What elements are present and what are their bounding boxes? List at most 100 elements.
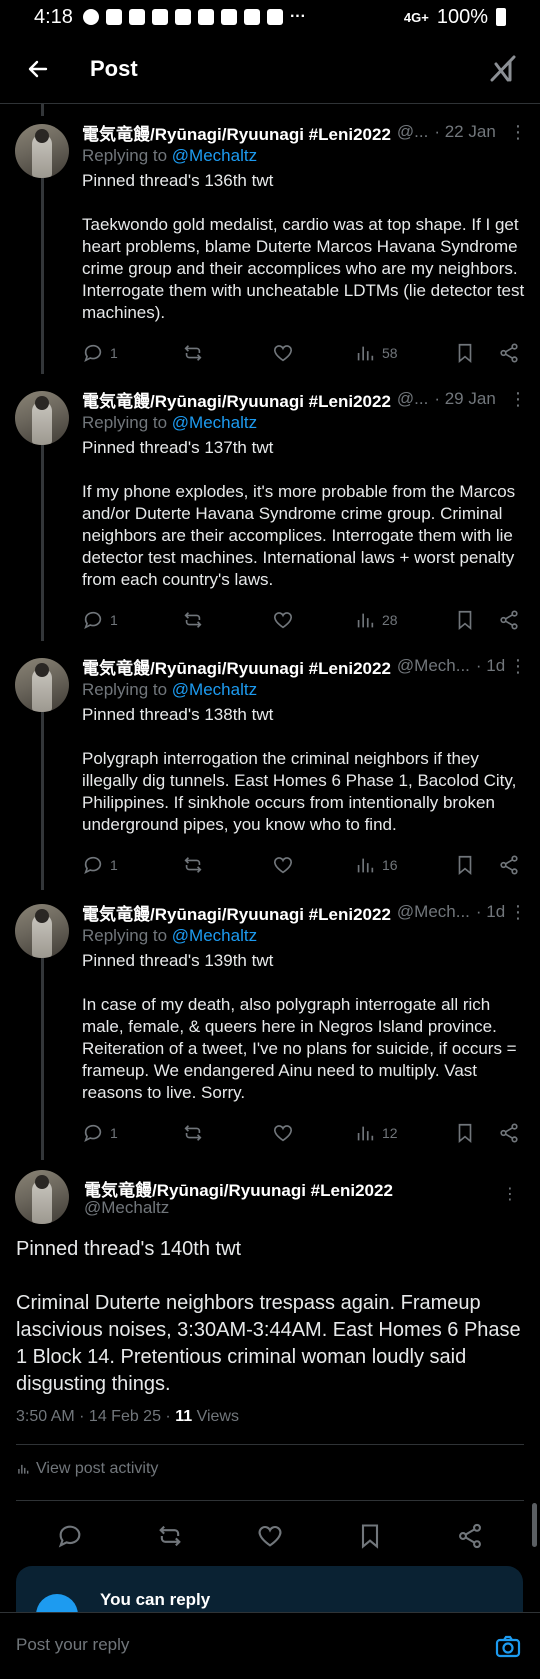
author-handle[interactable]: @... <box>397 389 428 409</box>
reply-count: 1 <box>110 345 118 361</box>
avatar[interactable] <box>15 124 69 178</box>
reply-input[interactable]: Post your reply <box>16 1635 129 1655</box>
bookmark-button[interactable] <box>454 342 498 364</box>
replying-to-link[interactable]: @Mechaltz <box>172 146 257 165</box>
retweet-button[interactable] <box>182 854 272 876</box>
replying-to: Replying to @Mechaltz <box>82 680 526 700</box>
more-options-icon[interactable]: ⋮ <box>509 656 527 677</box>
page-title: Post <box>90 55 138 81</box>
tweet-date[interactable]: · 1d <box>476 902 505 922</box>
replying-label: Replying to <box>82 146 172 165</box>
heart-icon <box>273 1125 293 1142</box>
battery-icon <box>496 8 506 26</box>
comment-icon <box>84 856 102 874</box>
tweet-date[interactable]: · 1d <box>476 656 505 676</box>
avatar[interactable] <box>15 904 69 958</box>
comment-icon <box>84 1124 102 1142</box>
author-name[interactable]: 電気竜饅/Ryūnagi/Ryuunagi #Leni2022 <box>82 654 391 679</box>
avatar-head <box>35 1175 49 1189</box>
tweet-date[interactable]: · 22 Jan <box>434 122 495 142</box>
author-handle[interactable]: @Mech... <box>397 902 470 922</box>
more-options-icon[interactable]: ⋮ <box>509 389 527 410</box>
bookmark-icon <box>458 343 472 364</box>
share-button[interactable] <box>498 1122 520 1144</box>
views-icon <box>357 613 374 628</box>
reply-button[interactable]: 1 <box>82 342 182 364</box>
post-meta: 3:50 AM · 14 Feb 25 · 11 Views <box>16 1408 239 1426</box>
more-options-icon[interactable]: ⋮ <box>509 122 527 143</box>
app-icon <box>128 9 145 25</box>
author-name[interactable]: 電気竜饅/Ryūnagi/Ryuunagi #Leni2022 <box>82 120 391 145</box>
bookmark-icon <box>458 610 472 631</box>
scrollbar[interactable] <box>532 1503 537 1547</box>
retweet-button[interactable] <box>182 1122 272 1144</box>
comment-icon <box>84 344 102 362</box>
view-activity-link[interactable]: View post activity <box>16 1460 158 1478</box>
replying-to: Replying to @Mechaltz <box>82 146 526 166</box>
share-button[interactable] <box>498 854 520 876</box>
replying-to: Replying to @Mechaltz <box>82 413 526 433</box>
author-handle[interactable]: @Mechaltz <box>84 1198 169 1218</box>
bookmark-button[interactable] <box>454 1122 498 1144</box>
views-button[interactable]: 16 <box>354 854 454 876</box>
status-bar: 4:18 ··· 4G+ 100% <box>0 0 540 34</box>
avatar[interactable] <box>15 658 69 712</box>
share-button[interactable] <box>456 1522 484 1555</box>
avatar[interactable] <box>15 391 69 445</box>
top-bar: Post <box>0 34 540 104</box>
bookmark-button[interactable] <box>356 1522 384 1555</box>
views-button[interactable]: 58 <box>354 342 454 364</box>
tweet-actions: 1 16 <box>82 850 526 880</box>
more-options-icon[interactable]: ⋮ <box>509 902 527 923</box>
retweet-button[interactable] <box>182 342 272 364</box>
replying-label: Replying to <box>82 413 172 432</box>
like-button[interactable] <box>272 854 354 876</box>
views-button[interactable]: 12 <box>354 1122 454 1144</box>
share-button[interactable] <box>498 342 520 364</box>
avatar[interactable] <box>15 1170 69 1224</box>
more-options-icon[interactable]: ⋮ <box>502 1184 518 1204</box>
like-button[interactable] <box>272 609 354 631</box>
author-name[interactable]: 電気竜饅/Ryūnagi/Ryuunagi #Leni2022 <box>82 900 391 925</box>
reply-count: 1 <box>110 857 118 873</box>
author-name[interactable]: 電気竜饅/Ryūnagi/Ryuunagi #Leni2022 <box>82 387 391 412</box>
reply-button[interactable] <box>56 1522 84 1555</box>
views-label: Views <box>192 1408 239 1425</box>
more-notifications-icon: ··· <box>289 8 306 25</box>
camera-button[interactable] <box>494 1633 522 1661</box>
retweet-icon <box>184 345 202 361</box>
like-button[interactable] <box>256 1522 284 1555</box>
bookmark-button[interactable] <box>454 854 498 876</box>
heart-icon <box>273 345 293 362</box>
views-button[interactable]: 28 <box>354 609 454 631</box>
notification-icons: ··· <box>82 8 306 26</box>
post-timestamp[interactable]: 3:50 AM · 14 Feb 25 · <box>16 1408 175 1425</box>
grok-button[interactable] <box>486 52 520 86</box>
author-handle[interactable]: @... <box>397 122 428 142</box>
tweet-date[interactable]: · 29 Jan <box>434 389 495 409</box>
share-icon <box>459 1523 481 1548</box>
avatar-head <box>35 129 49 143</box>
like-button[interactable] <box>272 342 354 364</box>
reply-button[interactable]: 1 <box>82 1122 182 1144</box>
reply-button[interactable]: 1 <box>82 854 182 876</box>
reply-button[interactable]: 1 <box>82 609 182 631</box>
app-icon <box>105 9 122 25</box>
status-time: 4:18 <box>34 5 73 28</box>
replying-to-link[interactable]: @Mechaltz <box>172 926 257 945</box>
shopping-icon <box>220 9 237 25</box>
like-button[interactable] <box>272 1122 354 1144</box>
share-button[interactable] <box>498 609 520 631</box>
replying-to-link[interactable]: @Mechaltz <box>172 680 257 699</box>
tweet-text: Pinned thread's 137th twt If my phone ex… <box>82 438 516 589</box>
comment-icon <box>58 1525 81 1547</box>
tweet-text: Pinned thread's 139th twt In case of my … <box>82 951 517 1102</box>
author-handle[interactable]: @Mech... <box>397 656 470 676</box>
retweet-button[interactable] <box>182 609 272 631</box>
retweet-button[interactable] <box>156 1522 184 1555</box>
reply-composer[interactable]: Post your reply <box>0 1612 540 1679</box>
bookmark-button[interactable] <box>454 609 498 631</box>
replying-to-link[interactable]: @Mechaltz <box>172 413 257 432</box>
back-button[interactable] <box>18 49 58 89</box>
tweet-text: Pinned thread's 136th twt Taekwondo gold… <box>82 171 525 322</box>
